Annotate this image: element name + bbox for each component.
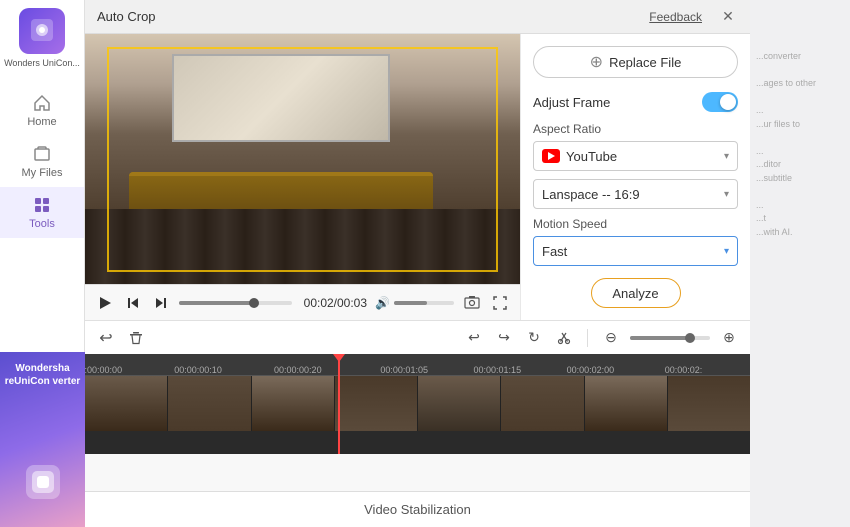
motion-speed-label: Motion Speed (533, 217, 738, 231)
sidebar-tools-label: Tools (29, 218, 55, 230)
ruler-tick-4: 00:00:01:15 (474, 365, 522, 375)
aspect-ratio-dropdown-lanspace[interactable]: Lanspace -- 16:9 ▾ (533, 179, 738, 209)
ruler-tick-0: 00:00:00:00 (85, 365, 122, 375)
time-display: 00:02/00:03 (304, 296, 367, 310)
dialog-right-panel: ⊕ Replace File Adjust Frame Aspect Ratio… (520, 34, 750, 344)
volume-area: 🔊 (375, 296, 454, 310)
zoom-fill (630, 336, 690, 340)
zoom-thumb (685, 333, 695, 343)
zoom-slider[interactable] (630, 336, 710, 340)
undo-timeline-button[interactable]: ↩ (463, 327, 485, 349)
ruler-tick-2: 00:00:00:20 (274, 365, 322, 375)
ruler-tick-6: 00:00:02: (665, 365, 703, 375)
sidebar-home-label: Home (27, 116, 56, 128)
analyze-button[interactable]: Analyze (591, 278, 681, 308)
cut-button[interactable] (553, 327, 575, 349)
youtube-icon (542, 149, 560, 163)
tools-icon (32, 195, 52, 215)
sidebar-myfiles-label: My Files (22, 167, 63, 179)
sidebar-item-myfiles[interactable]: My Files (0, 136, 84, 187)
main-content: Auto Crop Feedback ✕ (85, 0, 750, 527)
replace-plus-icon: ⊕ (590, 52, 603, 72)
progress-bar[interactable] (179, 301, 292, 305)
timeline-video-strip: ♪ (85, 376, 750, 431)
right-background: ...converter...ages to other......ur fil… (750, 0, 850, 527)
adjust-frame-row: Adjust Frame (533, 92, 738, 112)
dialog-close-button[interactable]: ✕ (718, 7, 738, 27)
motion-speed-value: Fast (542, 244, 567, 259)
aspect-ratio-label: Aspect Ratio (533, 122, 738, 136)
zoom-in-button[interactable]: ⊕ (718, 327, 740, 349)
promo-graphic (18, 457, 68, 507)
video-screen (172, 54, 390, 142)
dialog-titlebar: Auto Crop Feedback ✕ (85, 0, 750, 34)
redo-timeline-button[interactable]: ↪ (493, 327, 515, 349)
sidebar-item-tools[interactable]: Tools (0, 187, 84, 238)
skip-forward-button[interactable] (151, 293, 171, 313)
home-icon (32, 93, 52, 113)
chevron-down-icon-2: ▾ (724, 189, 729, 200)
video-frame (85, 34, 520, 284)
refresh-timeline-button[interactable]: ↻ (523, 327, 545, 349)
replace-file-label: Replace File (609, 55, 681, 70)
promo-title: Wondersha reUniCon verter (0, 362, 85, 388)
toggle-knob (720, 94, 736, 110)
sidebar-logo (19, 8, 65, 54)
volume-icon[interactable]: 🔊 (375, 296, 390, 310)
video-stabilization-tab[interactable]: Video Stabilization (364, 502, 471, 517)
volume-slider[interactable] (394, 301, 454, 305)
fullscreen-button[interactable] (490, 293, 510, 313)
edit-toolbar: ↩ ↩ ↪ ↻ ⊖ (85, 320, 750, 354)
adjust-frame-label: Adjust Frame (533, 95, 610, 110)
bg-text-content: ...converter...ages to other......ur fil… (750, 0, 850, 245)
chevron-down-icon-3: ▾ (724, 246, 729, 257)
video-preview (85, 34, 520, 284)
toolbar-separator (587, 329, 588, 347)
logo-icon (28, 16, 56, 47)
yt-play-triangle (548, 152, 555, 160)
autocrop-dialog: Auto Crop Feedback ✕ (85, 0, 750, 527)
video-chairs (85, 209, 520, 284)
ruler-tick-1: 00:00:00:10 (174, 365, 222, 375)
chevron-down-icon: ▾ (724, 151, 729, 162)
video-stabilization-tab-area: Video Stabilization (85, 491, 750, 527)
playhead-arrow (333, 354, 345, 362)
sidebar-item-home[interactable]: Home (0, 85, 84, 136)
playback-bar: 00:02/00:03 🔊 (85, 284, 520, 320)
youtube-label: YouTube (566, 149, 617, 164)
timeline-playhead[interactable] (338, 354, 340, 454)
motion-speed-dropdown[interactable]: Fast ▾ (533, 236, 738, 266)
app-name-label: Wonders UniCon... (0, 58, 84, 69)
progress-thumb (249, 298, 259, 308)
progress-fill (179, 301, 254, 305)
adjust-frame-toggle[interactable] (702, 92, 738, 112)
delete-button[interactable] (125, 327, 147, 349)
screenshot-button[interactable] (462, 293, 482, 313)
analyze-label: Analyze (612, 286, 658, 301)
aspect-ratio-dropdown-youtube[interactable]: YouTube ▾ (533, 141, 738, 171)
dialog-title: Auto Crop (97, 9, 156, 24)
timeline-ruler: 00:00:00:00 00:00:00:10 00:00:00:20 00:0… (85, 354, 750, 376)
volume-fill (394, 301, 427, 305)
ruler-tick-3: 00:00:01:05 (380, 365, 428, 375)
lanspace-label: Lanspace -- 16:9 (542, 187, 640, 202)
feedback-link[interactable]: Feedback (649, 10, 702, 24)
skip-back-button[interactable] (123, 293, 143, 313)
play-button[interactable] (95, 293, 115, 313)
ruler-tick-5: 00:00:02:00 (567, 365, 615, 375)
files-icon (32, 144, 52, 164)
timeline[interactable]: 00:00:00:00 00:00:00:10 00:00:00:20 00:0… (85, 354, 750, 454)
zoom-out-button[interactable]: ⊖ (600, 327, 622, 349)
replace-file-button[interactable]: ⊕ Replace File (533, 46, 738, 78)
promo-card: Wondersha reUniCon verter (0, 352, 85, 527)
dropdown-icon-area: YouTube (542, 149, 617, 164)
undo-button[interactable]: ↩ (95, 327, 117, 349)
